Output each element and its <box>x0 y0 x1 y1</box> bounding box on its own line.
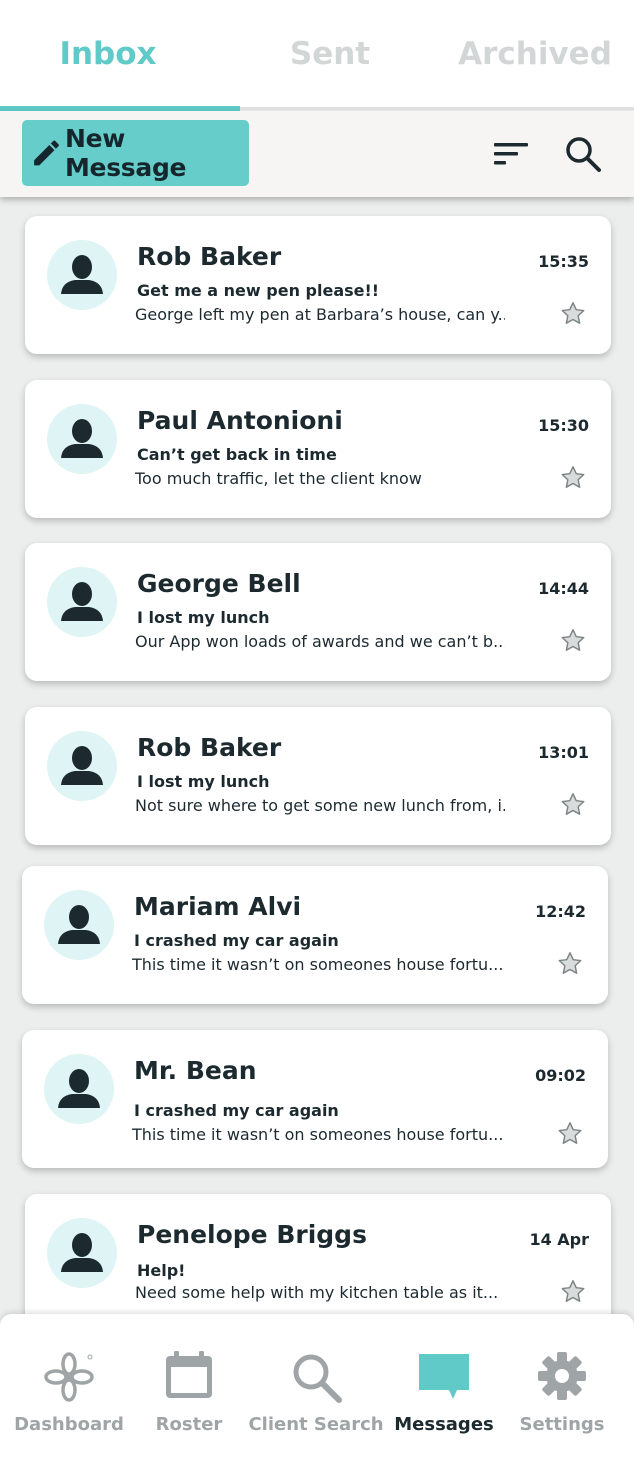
tab-archived[interactable]: Archived <box>452 36 618 80</box>
message-time: 14 Apr <box>529 1230 589 1249</box>
avatar <box>47 731 117 801</box>
message-subject: I crashed my car again <box>134 1101 339 1120</box>
pencil-icon <box>34 140 59 166</box>
tab-inbox[interactable]: Inbox <box>30 36 186 80</box>
nav-label: Dashboard <box>14 1414 124 1435</box>
nav-label: Client Search <box>248 1414 384 1435</box>
message-time: 15:30 <box>538 416 589 435</box>
message-time: 09:02 <box>535 1066 586 1085</box>
message-item[interactable]: Mariam Alvi 12:42 I crashed my car again… <box>22 866 608 1004</box>
message-item[interactable]: Rob Baker 13:01 I lost my lunch Not sure… <box>25 707 611 845</box>
message-time: 12:42 <box>535 902 586 921</box>
message-item[interactable]: Paul Antonioni 15:30 Can’t get back in t… <box>25 380 611 518</box>
message-subject: I lost my lunch <box>137 772 270 791</box>
avatar <box>47 240 117 310</box>
message-item[interactable]: Rob Baker 15:35 Get me a new pen please!… <box>25 216 611 354</box>
gear-icon <box>538 1352 586 1400</box>
message-preview: Too much traffic, let the client know <box>135 469 422 488</box>
message-subject: Get me a new pen please!! <box>137 281 380 300</box>
sender-name: Mariam Alvi <box>134 892 302 921</box>
toolbar: New Message <box>0 111 634 197</box>
sender-name: Mr. Bean <box>134 1056 257 1085</box>
nav-client-search[interactable]: Client Search <box>240 1314 392 1484</box>
sender-name: Penelope Briggs <box>137 1220 367 1249</box>
bottom-nav: Dashboard Roster Client Search Messages <box>0 1314 634 1484</box>
sort-icon[interactable] <box>492 139 532 169</box>
nav-settings[interactable]: Settings <box>500 1314 624 1484</box>
message-preview: Not sure where to get some new lunch fro… <box>135 796 505 815</box>
star-icon[interactable] <box>559 627 587 654</box>
message-subject: Help! <box>137 1261 186 1280</box>
chat-icon <box>419 1354 469 1399</box>
sender-name: Paul Antonioni <box>137 406 343 435</box>
message-preview: This time it wasn’t on someones house fo… <box>132 955 502 974</box>
message-time: 15:35 <box>538 252 589 271</box>
nav-label: Messages <box>394 1414 494 1435</box>
avatar <box>44 1054 114 1124</box>
message-item[interactable]: Penelope Briggs 14 Apr Help! Need some h… <box>25 1194 611 1317</box>
star-icon[interactable] <box>559 300 587 327</box>
message-preview: Need some help with my kitchen table as … <box>135 1283 499 1302</box>
message-item[interactable]: George Bell 14:44 I lost my lunch Our Ap… <box>25 543 611 681</box>
person-icon <box>61 746 103 785</box>
new-message-label: New Message <box>64 124 187 182</box>
star-icon[interactable] <box>559 1278 587 1305</box>
nav-label: Settings <box>519 1414 605 1435</box>
sender-name: George Bell <box>137 569 301 598</box>
person-icon <box>61 255 103 294</box>
tab-bar: Inbox Sent Archived <box>0 0 634 111</box>
avatar <box>47 404 117 474</box>
search-icon <box>293 1354 342 1403</box>
message-subject: I crashed my car again <box>134 931 339 950</box>
message-preview: Our App won loads of awards and we can’t… <box>135 632 505 651</box>
message-list: Rob Baker 15:35 Get me a new pen please!… <box>0 197 634 1317</box>
calendar-icon <box>166 1351 212 1398</box>
avatar <box>44 890 114 960</box>
nav-dashboard[interactable]: Dashboard <box>0 1314 138 1484</box>
person-icon <box>58 905 100 944</box>
nav-roster[interactable]: Roster <box>138 1314 240 1484</box>
message-preview: George left my pen at Barbara’s house, c… <box>135 305 505 324</box>
star-icon[interactable] <box>559 791 587 818</box>
person-icon <box>58 1069 100 1108</box>
star-icon[interactable] <box>559 464 587 491</box>
avatar <box>47 1218 117 1288</box>
tab-sent[interactable]: Sent <box>262 36 398 80</box>
message-subject: I lost my lunch <box>137 608 270 627</box>
person-icon <box>61 419 103 458</box>
person-icon <box>61 582 103 621</box>
message-preview: This time it wasn’t on someones house fo… <box>132 1125 502 1144</box>
message-time: 14:44 <box>538 579 589 598</box>
avatar <box>47 567 117 637</box>
star-icon[interactable] <box>556 950 584 977</box>
new-message-button[interactable]: New Message <box>22 120 249 186</box>
sender-name: Rob Baker <box>137 733 282 762</box>
message-subject: Can’t get back in time <box>137 445 337 464</box>
search-icon[interactable] <box>564 135 602 173</box>
person-icon <box>61 1233 103 1272</box>
nav-label: Roster <box>155 1414 223 1435</box>
nav-messages[interactable]: Messages <box>392 1314 496 1484</box>
message-item[interactable]: Mr. Bean 09:02 I crashed my car again Th… <box>22 1030 608 1168</box>
message-time: 13:01 <box>538 743 589 762</box>
flower-icon <box>44 1352 94 1402</box>
sender-name: Rob Baker <box>137 242 282 271</box>
star-icon[interactable] <box>556 1120 584 1147</box>
